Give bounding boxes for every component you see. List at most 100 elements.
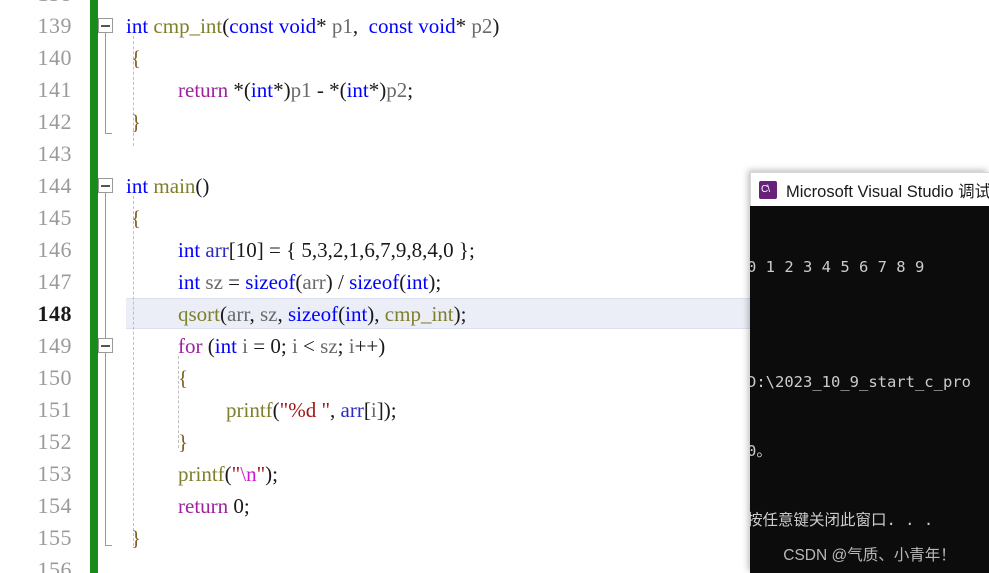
token-semicolon: ; — [407, 78, 414, 102]
token-variable-arr: arr — [340, 398, 364, 422]
collapse-toggle-main[interactable] — [98, 178, 113, 193]
token-keyword-const: const — [229, 14, 274, 38]
token-semicolon: ); — [453, 302, 467, 326]
line-number: 146 — [37, 237, 72, 262]
token-initializer-list: { 5,3,2,1,6,7,9,8,4,0 } — [286, 238, 469, 262]
code-line-148-current: qsort(arr, sz, sizeof(int), cmp_int); — [178, 298, 466, 330]
line-number: 140 — [37, 45, 72, 70]
token-expr: - *( — [311, 78, 347, 102]
token-expr: *( — [228, 78, 251, 102]
token-assign: = — [248, 334, 271, 358]
console-title-bar[interactable]: Microsoft Visual Studio 调试 — [750, 172, 989, 206]
line-number-current: 148 — [37, 301, 72, 326]
token-keyword-int: int — [126, 14, 149, 38]
token-param-p1: p1 — [290, 78, 312, 102]
line-number: 147 — [37, 269, 72, 294]
token-keyword-void: void — [278, 14, 317, 38]
screenshot-root: 138 139 140 141 142 143 144 145 146 147 … — [0, 0, 989, 573]
token-keyword-int: int — [178, 270, 201, 294]
outline-vertical-line — [105, 33, 106, 133]
token-comma: , — [249, 302, 260, 326]
token-keyword-return: return — [178, 78, 229, 102]
code-line-139: int cmp_int(const void* p1, const void* … — [126, 10, 499, 42]
console-app-icon — [759, 180, 777, 199]
line-number: 151 — [37, 397, 72, 422]
token-keyword-for: for — [178, 334, 203, 358]
token-semicolon: ); — [428, 270, 442, 294]
token-function-printf: printf — [178, 462, 225, 486]
token-function-qsort: qsort — [178, 302, 220, 326]
debug-console-window[interactable]: Microsoft Visual Studio 调试 0 1 2 3 4 5 6… — [750, 172, 989, 573]
csdn-watermark: CSDN @气质、小青年！ — [783, 547, 956, 564]
token-keyword-int: int — [345, 302, 368, 326]
line-number: 149 — [37, 333, 72, 358]
token-semicolon: ; — [337, 334, 349, 358]
token-semicolon: ; — [243, 494, 250, 518]
token-bracket: [ — [228, 238, 236, 262]
token-lt: < — [297, 334, 321, 358]
token-expr: *) — [368, 78, 387, 102]
token-string-format: "%d " — [279, 398, 331, 422]
code-line-146: int arr[10] = { 5,3,2,1,6,7,9,8,4,0 }; — [178, 234, 475, 266]
token-comma: ), — [367, 302, 385, 326]
code-line-149: for (int i = 0; i < sz; i++) — [178, 330, 385, 362]
token-function-cmp-int: cmp_int — [153, 14, 223, 38]
token-param-p2: p2 — [471, 14, 493, 38]
token-keyword-sizeof: sizeof — [245, 270, 296, 294]
line-number: 138 — [2, 0, 72, 10]
code-line-144: int main() — [126, 170, 209, 202]
token-variable-sz: sz — [320, 334, 338, 358]
console-output[interactable]: 0 1 2 3 4 5 6 7 8 9 D:\2023_10_9_start_c… — [750, 206, 989, 573]
token-variable-sz: sz — [259, 302, 278, 326]
collapse-toggle-for[interactable] — [98, 338, 113, 353]
code-line-152: } — [178, 426, 188, 458]
console-title-text: Microsoft Visual Studio 调试 — [786, 182, 989, 201]
token-keyword-int: int — [346, 78, 369, 102]
code-line-154: return 0; — [178, 490, 250, 522]
token-parens: () — [195, 174, 210, 198]
line-number: 143 — [37, 141, 72, 166]
token-star: * — [455, 14, 472, 38]
token-keyword-int: int — [178, 238, 201, 262]
outline-foot — [105, 133, 112, 134]
indent-guide — [133, 196, 134, 546]
code-line-155: } — [131, 522, 141, 554]
line-number: 153 — [37, 461, 72, 486]
token-expr: *) — [273, 78, 291, 102]
token-paren: ( — [220, 302, 227, 326]
code-line-141: return *(int*)p1 - *(int*)p2; — [178, 74, 413, 106]
token-comma: , — [352, 14, 369, 38]
token-function-printf: printf — [226, 398, 273, 422]
token-keyword-void: void — [418, 14, 456, 38]
console-prompt-line: 按任意键关闭此窗口. . . — [750, 511, 934, 529]
token-assign: ] = — [256, 238, 287, 262]
token-star: * — [316, 14, 332, 38]
code-line-151: printf("%d ", arr[i]); — [226, 394, 397, 426]
change-indicator-bar — [90, 0, 98, 573]
line-number: 139 — [37, 13, 72, 38]
token-open-brace: { — [131, 206, 142, 230]
token-keyword-const: const — [368, 14, 413, 38]
token-bracket: [ — [363, 398, 371, 422]
token-function-main: main — [153, 174, 196, 198]
token-keyword-return: return — [178, 494, 229, 518]
token-divide: ) / — [325, 270, 350, 294]
token-paren: ( — [202, 334, 215, 358]
token-escape-newline: \n — [240, 462, 257, 486]
outlining-column[interactable] — [98, 0, 126, 573]
collapse-toggle-cmp-int[interactable] — [98, 18, 113, 33]
token-paren: ) — [492, 14, 500, 38]
line-number: 156 — [37, 557, 72, 573]
token-function-cmp-int: cmp_int — [384, 302, 454, 326]
token-close-brace: } — [178, 430, 189, 454]
token-keyword-int: int — [214, 334, 237, 358]
line-number: 141 — [37, 77, 72, 102]
token-keyword-int: int — [406, 270, 429, 294]
line-number: 145 — [37, 205, 72, 230]
code-line-142: } — [131, 106, 141, 138]
console-exit-line: 0。 — [750, 442, 772, 460]
outline-foot — [105, 545, 112, 546]
code-line-147: int sz = sizeof(arr) / sizeof(int); — [178, 266, 441, 298]
token-keyword-sizeof: sizeof — [287, 302, 339, 326]
line-number: 155 — [37, 525, 72, 550]
